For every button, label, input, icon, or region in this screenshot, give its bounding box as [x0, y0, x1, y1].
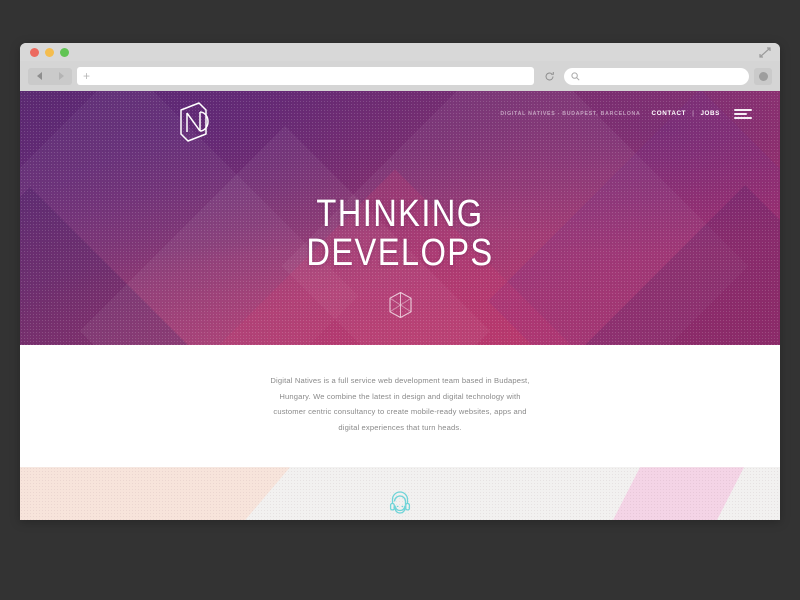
intro-section: Digital Natives is a full service web de…	[20, 345, 780, 468]
chevron-right-icon	[58, 72, 64, 80]
hero-headline-line2: DEVELOPS	[306, 231, 494, 274]
hamburger-bar	[734, 109, 752, 111]
new-tab-icon[interactable]: +	[83, 70, 90, 82]
back-button[interactable]	[28, 68, 50, 85]
site-logo-icon[interactable]	[175, 101, 211, 143]
lower-geometric-band	[20, 467, 780, 520]
browser-titlebar	[20, 43, 780, 61]
hero-center-block: THINKING DEVELOPS	[20, 195, 780, 319]
hamburger-bar	[734, 113, 747, 115]
nav-link-contact[interactable]: CONTACT	[652, 110, 687, 117]
reload-button[interactable]	[539, 68, 559, 85]
hamburger-menu-icon[interactable]	[734, 109, 752, 119]
hamburger-bar	[734, 117, 752, 119]
hero-headline-line1: THINKING	[316, 193, 484, 235]
navbar-right-group: DIGITAL NATIVES - BUDAPEST, BARCELONA CO…	[500, 109, 752, 119]
minimize-button[interactable]	[45, 48, 54, 57]
hero-section: DIGITAL NATIVES - BUDAPEST, BARCELONA CO…	[20, 91, 780, 345]
search-field[interactable]	[564, 67, 749, 85]
address-bar[interactable]: +	[77, 67, 534, 85]
nav-link-jobs[interactable]: JOBS	[700, 110, 720, 117]
chevron-left-icon	[36, 72, 42, 80]
maximize-button[interactable]	[60, 48, 69, 57]
nav-separator: |	[692, 110, 695, 118]
profile-avatar-icon	[758, 71, 768, 81]
profile-button[interactable]	[754, 67, 772, 85]
nav-links: CONTACT | JOBS	[652, 110, 720, 117]
resize-handle-icon[interactable]	[758, 46, 772, 59]
site-navbar: DIGITAL NATIVES - BUDAPEST, BARCELONA CO…	[20, 91, 780, 146]
search-icon	[571, 71, 580, 81]
traffic-lights	[30, 48, 69, 57]
nav-button-group	[28, 67, 72, 85]
intro-paragraph: Digital Natives is a full service web de…	[270, 376, 530, 432]
browser-window: + DIGITAL NATIVES - BUDAPEST, BARCELONA …	[20, 43, 780, 520]
forward-button[interactable]	[50, 68, 72, 85]
browser-toolbar: +	[20, 61, 780, 91]
nav-tagline: DIGITAL NATIVES - BUDAPEST, BARCELONA	[500, 110, 641, 117]
close-button[interactable]	[30, 48, 39, 57]
page-content: DIGITAL NATIVES - BUDAPEST, BARCELONA CO…	[20, 91, 780, 520]
hexagon-cube-icon[interactable]	[388, 291, 413, 319]
headphones-face-icon[interactable]	[385, 485, 415, 515]
